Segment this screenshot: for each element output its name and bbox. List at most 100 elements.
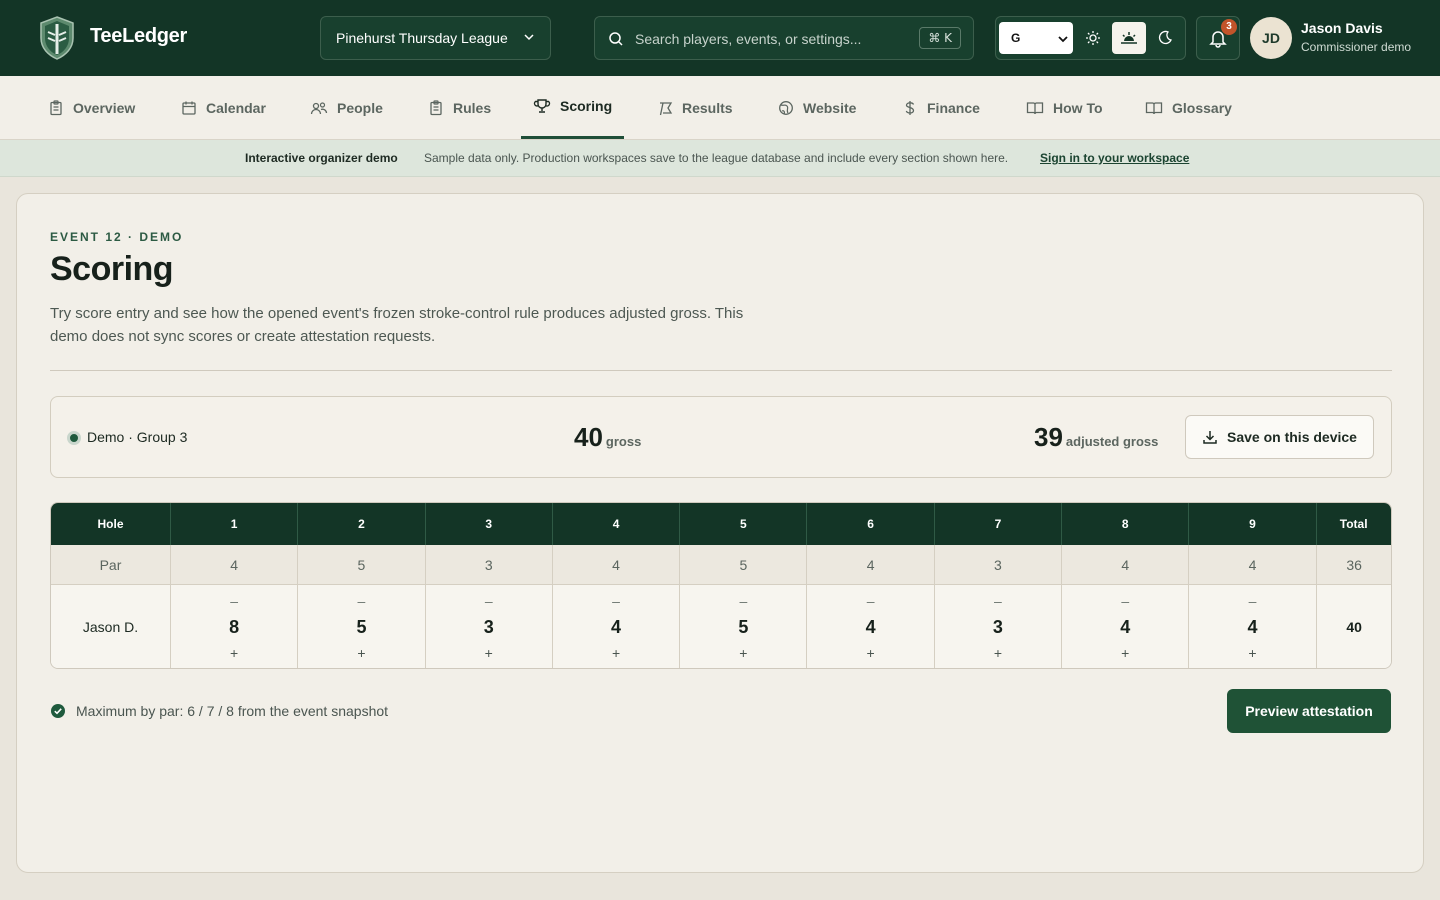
score-value[interactable]: 4 [611, 617, 621, 638]
increment-button[interactable]: + [553, 645, 679, 661]
globe-icon [779, 100, 793, 115]
user-role: Commissioner demo [1301, 40, 1412, 54]
score-stepper: – 5 + [298, 585, 426, 668]
preview-attestation-button[interactable]: Preview attestation [1227, 689, 1391, 733]
score-value[interactable]: 4 [866, 617, 876, 638]
tab-label: Finance [927, 99, 980, 116]
search-box[interactable]: Search players, events, or settings... ⌘… [594, 16, 974, 60]
divider [50, 370, 1392, 371]
par-value: 3 [935, 545, 1063, 584]
score-value[interactable]: 5 [356, 617, 366, 638]
save-on-device-button[interactable]: Save on this device [1185, 415, 1374, 459]
check-circle-icon [51, 704, 65, 718]
score-value[interactable]: 4 [1248, 617, 1258, 638]
clipboard-icon [50, 99, 62, 115]
download-icon [1203, 431, 1217, 444]
adjusted-gross-total: 39 adjusted gross [1034, 422, 1158, 453]
tab-scoring[interactable]: Scoring [521, 76, 625, 139]
book-icon [1026, 101, 1044, 114]
tab-people[interactable]: People [298, 76, 395, 139]
hole-number: 6 [807, 503, 935, 545]
par-value: 4 [553, 545, 681, 584]
tab-calendar[interactable]: Calendar [169, 76, 278, 139]
increment-button[interactable]: + [171, 645, 297, 661]
brand-name: TeeLedger [90, 25, 187, 47]
decrement-button[interactable]: – [553, 593, 679, 609]
hole-number: 5 [680, 503, 808, 545]
league-selector[interactable]: Pinehurst Thursday League [320, 16, 551, 60]
group-status-dot [67, 431, 81, 445]
decrement-button[interactable]: – [171, 593, 297, 609]
tab-results[interactable]: Results [645, 76, 745, 139]
dusk-theme-button[interactable] [1112, 22, 1146, 54]
player-score-row: Jason D. – 8 + – 5 + – 3 + – 4 + – 5 + – 4 + – 3 + – 4 +… [51, 585, 1391, 668]
increment-button[interactable]: + [680, 645, 806, 661]
score-value[interactable]: 5 [738, 617, 748, 638]
score-stepper: – 5 + [680, 585, 808, 668]
par-total: 36 [1346, 556, 1362, 573]
decrement-button[interactable]: – [1189, 593, 1315, 609]
decrement-button[interactable]: – [935, 593, 1061, 609]
gross-total: 40 gross [574, 422, 641, 453]
score-stepper: – 4 + [553, 585, 681, 668]
tab-label: Results [682, 99, 733, 116]
hole-number: 8 [1062, 503, 1190, 545]
score-stepper: – 3 + [935, 585, 1063, 668]
banner-text: Sample data only. Production workspaces … [424, 151, 1009, 165]
tab-label: People [337, 99, 383, 116]
font-select-value: G [1011, 31, 1021, 45]
rule-note-text: Maximum by par: 6 / 7 / 8 from the event… [76, 703, 389, 719]
hole-number: 3 [426, 503, 553, 545]
increment-button[interactable]: + [807, 645, 933, 661]
search-icon [609, 32, 623, 46]
tab-overview[interactable]: Overview [36, 76, 147, 139]
par-value: 4 [1189, 545, 1317, 584]
font-select[interactable]: G [999, 22, 1073, 54]
gross-label: gross [605, 434, 642, 449]
decrement-button[interactable]: – [298, 593, 424, 609]
hole-number: 2 [298, 503, 426, 545]
increment-button[interactable]: + [426, 645, 552, 661]
par-value: 4 [1062, 545, 1190, 584]
theme-controls: G [995, 16, 1186, 60]
tab-label: Glossary [1172, 99, 1232, 116]
sign-in-link[interactable]: Sign in to your workspace [1040, 151, 1189, 165]
par-value: 3 [426, 545, 553, 584]
scorecard-header-row: Hole 1 2 3 4 5 6 7 8 9 Total [51, 503, 1391, 545]
user-name: Jason Davis [1301, 20, 1383, 36]
tab-label: How To [1053, 99, 1103, 116]
decrement-button[interactable]: – [1062, 593, 1188, 609]
player-total: 40 [1346, 619, 1362, 635]
light-theme-button[interactable] [1076, 22, 1110, 54]
decrement-button[interactable]: – [807, 593, 933, 609]
player-name-cell: Jason D. [51, 585, 171, 668]
score-value[interactable]: 4 [1120, 617, 1130, 638]
tab-label: Overview [73, 99, 136, 116]
score-stepper: – 4 + [1189, 585, 1317, 668]
score-value[interactable]: 3 [993, 617, 1003, 638]
increment-button[interactable]: + [298, 645, 424, 661]
decrement-button[interactable]: – [680, 593, 806, 609]
demo-banner: Interactive organizer demo Sample data o… [0, 140, 1440, 177]
increment-button[interactable]: + [1062, 645, 1188, 661]
tab-rules[interactable]: Rules [416, 76, 503, 139]
dollar-icon [905, 100, 915, 115]
tab-website[interactable]: Website [766, 76, 868, 139]
score-value[interactable]: 3 [484, 617, 494, 638]
clipboard-icon [430, 99, 442, 115]
avatar[interactable]: JD [1250, 17, 1292, 59]
tab-finance[interactable]: Finance [890, 76, 992, 139]
decrement-button[interactable]: – [426, 593, 552, 609]
increment-button[interactable]: + [935, 645, 1061, 661]
tab-label: Scoring [560, 98, 613, 114]
gross-value: 40 [574, 422, 603, 452]
increment-button[interactable]: + [1189, 645, 1315, 661]
shield-logo-icon[interactable] [38, 16, 76, 60]
score-value[interactable]: 8 [229, 617, 239, 638]
tab-glossary[interactable]: Glossary [1133, 76, 1244, 139]
adjusted-gross-value: 39 [1034, 422, 1063, 452]
tab-how-to[interactable]: How To [1014, 76, 1115, 139]
dark-theme-button[interactable] [1148, 22, 1182, 54]
notifications-button[interactable]: 3 [1196, 16, 1240, 60]
calendar-icon [182, 101, 196, 115]
